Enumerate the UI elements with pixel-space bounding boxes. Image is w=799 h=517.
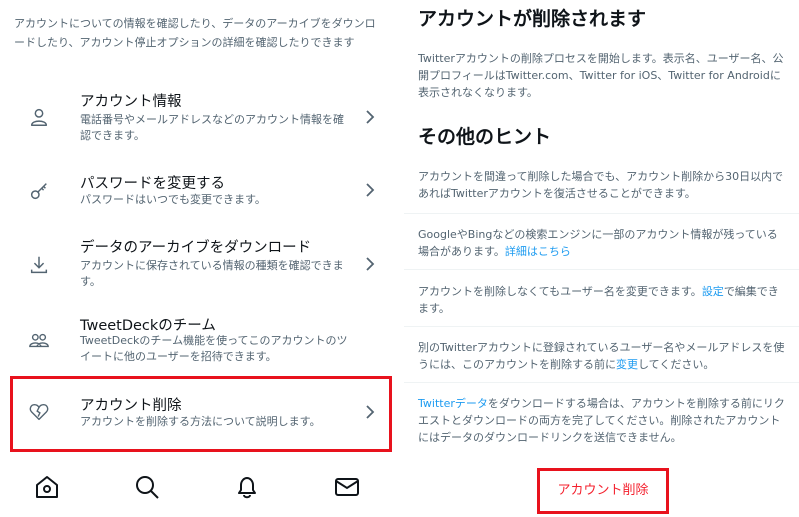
tip-download-data: Twitterデータをダウンロードする場合は、アカウントを削除する前にリクエスト…: [418, 395, 786, 446]
delete-account-button[interactable]: アカウント削除: [537, 468, 669, 514]
twitter-data-link[interactable]: Twitterデータ: [418, 397, 488, 410]
menu-item-tweetdeck-team[interactable]: TweetDeckのチーム TweetDeckのチーム機能を使ってこのアカウント…: [0, 305, 400, 375]
heading-account-deleted: アカウントが削除されます: [418, 8, 647, 30]
divider: [404, 269, 799, 270]
change-link[interactable]: 変更: [616, 358, 638, 371]
menu-item-desc: TweetDeckのチーム機能を使ってこのアカウントのツイートに他のユーザーを招…: [80, 334, 348, 363]
menu-item-title: データのアーカイブをダウンロード: [80, 240, 312, 256]
settings-link[interactable]: 設定: [702, 285, 724, 298]
search-icon[interactable]: [134, 474, 160, 500]
chevron-right-icon: [366, 110, 375, 124]
menu-item-change-password[interactable]: パスワードを変更する パスワードはいつでも変更できます。: [0, 162, 400, 232]
delete-account-panel: アカウントが削除されます Twitterアカウントの削除プロセスを開始します。表…: [404, 0, 799, 517]
settings-panel: アカウントについての情報を確認したり、データのアーカイブをダウンロードしたり、ア…: [0, 0, 400, 517]
menu-item-desc: パスワードはいつでも変更できます。: [80, 193, 266, 206]
bell-icon[interactable]: [234, 474, 260, 500]
learn-more-link[interactable]: 詳細はこちら: [505, 245, 571, 258]
highlight-box: [10, 376, 392, 452]
menu-item-title: TweetDeckのチーム: [80, 318, 216, 334]
menu-item-download-archive[interactable]: データのアーカイブをダウンロード アカウントに保存されている情報の種類を確認でき…: [0, 228, 400, 298]
tip-search-engines: GoogleやBingなどの検索エンジンに一部のアカウント情報が残っている場合が…: [418, 226, 786, 260]
tip-text: 別のTwitterアカウントに登録されているユーザー名やメールアドレスを使うには…: [418, 341, 785, 371]
heading-other-tips: その他のヒント: [418, 126, 552, 148]
intro-text: アカウントについての情報を確認したり、データのアーカイブをダウンロードしたり、ア…: [14, 17, 376, 49]
deletion-description: Twitterアカウントの削除プロセスを開始します。表示名、ユーザー名、公開プロ…: [418, 52, 784, 99]
tip-text: GoogleやBingなどの検索エンジンに一部のアカウント情報が残っている場合が…: [418, 228, 778, 258]
tip-text: アカウントを削除しなくてもユーザー名を変更できます。: [418, 285, 702, 298]
tip-change-username: アカウントを削除しなくてもユーザー名を変更できます。設定で編集できます。: [418, 283, 786, 317]
person-icon: [30, 108, 48, 126]
tip-reuse-email: 別のTwitterアカウントに登録されているユーザー名やメールアドレスを使うには…: [418, 339, 786, 373]
key-icon: [30, 183, 47, 200]
tip-text: してください。: [638, 358, 715, 371]
chevron-right-icon: [366, 257, 375, 271]
divider: [404, 326, 799, 327]
divider: [404, 213, 799, 214]
menu-item-desc: 電話番号やメールアドレスなどのアカウント情報を確認できます。: [80, 113, 344, 142]
divider: [404, 382, 799, 383]
menu-item-title: アカウント情報: [80, 94, 182, 110]
menu-item-title: パスワードを変更する: [80, 176, 225, 192]
tip-recover: アカウントを間違って削除した場合でも、アカウント削除から30日以内であればTwi…: [418, 170, 784, 200]
menu-item-desc: アカウントに保存されている情報の種類を確認できます。: [80, 259, 344, 288]
bottom-nav: [0, 462, 400, 517]
mail-icon[interactable]: [334, 474, 360, 500]
download-icon: [30, 256, 48, 274]
people-icon: [29, 333, 49, 348]
home-icon[interactable]: [34, 474, 60, 500]
menu-item-account-info[interactable]: アカウント情報 電話番号やメールアドレスなどのアカウント情報を確認できます。: [0, 82, 400, 152]
chevron-right-icon: [366, 183, 375, 197]
